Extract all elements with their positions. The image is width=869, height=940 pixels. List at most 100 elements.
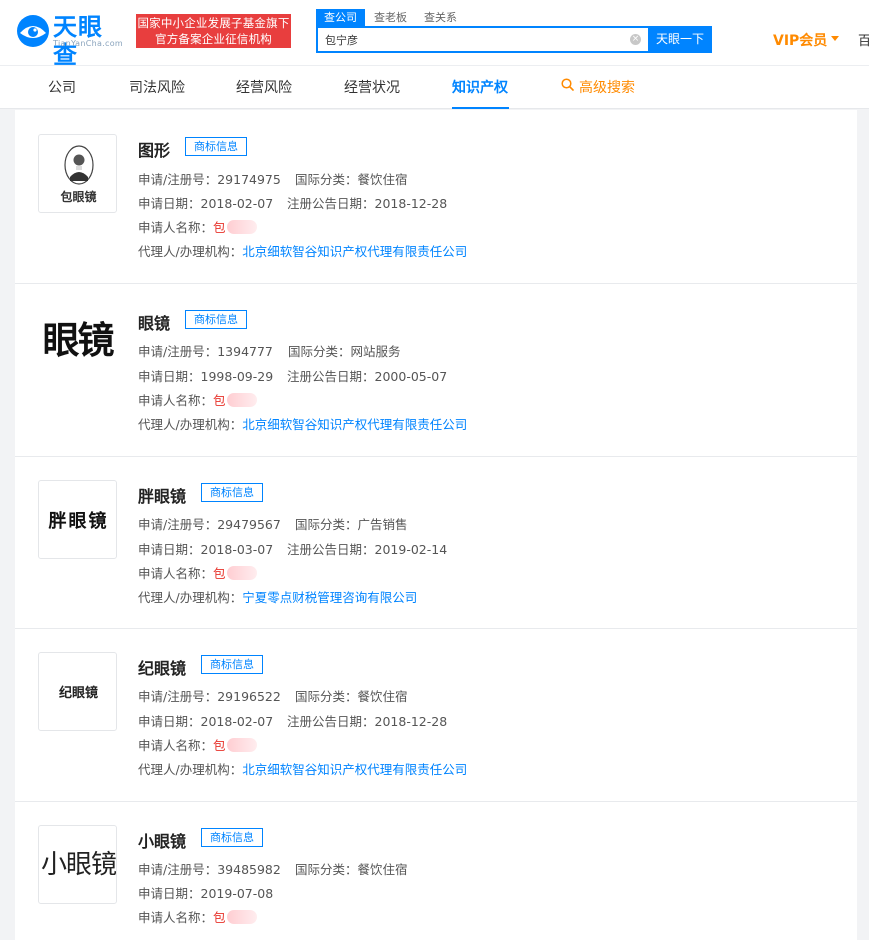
trademark-card: 胖眼镜 胖眼镜 商标信息 申请/注册号：29479567 国际分类：广告销售 申… bbox=[15, 457, 857, 629]
reg-no-row: 申请/注册号：1394777 bbox=[138, 344, 273, 360]
notice-date-label: 注册公告日期： bbox=[287, 714, 375, 729]
trademark-info-tag: 商标信息 bbox=[201, 483, 263, 502]
trademark-name[interactable]: 小眼镜 bbox=[138, 828, 186, 852]
apply-date-row: 申请日期：2018-02-07 bbox=[138, 196, 273, 212]
notice-date-value: 2019-02-14 bbox=[374, 542, 448, 557]
trademark-card: 纪眼镜 纪眼镜 商标信息 申请/注册号：29196522 国际分类：餐饮住宿 申… bbox=[15, 629, 857, 802]
applicant-value[interactable]: 包 bbox=[213, 220, 226, 235]
site-logo[interactable]: 天眼查 TianYanCha.com bbox=[15, 13, 127, 69]
redaction-blur bbox=[226, 566, 257, 580]
agent-link[interactable]: 北京细软智谷知识产权代理有限责任公司 bbox=[242, 417, 467, 432]
reg-no-label: 申请/注册号： bbox=[138, 689, 218, 704]
search-icon[interactable] bbox=[561, 78, 574, 91]
nav-intellectual-property[interactable]: 知识产权 bbox=[452, 78, 508, 98]
badge-line-1: 国家中小企业发展子基金旗下 bbox=[137, 16, 290, 30]
vip-member-menu[interactable]: VIP会员 bbox=[773, 30, 827, 50]
nav-company[interactable]: 公司 bbox=[48, 78, 76, 98]
applicant-label: 申请人名称： bbox=[138, 393, 214, 408]
trademark-image-text: 眼镜 bbox=[42, 318, 115, 362]
apply-date-value: 2018-02-07 bbox=[200, 714, 274, 729]
intl-class-row: 国际分类：餐饮住宿 bbox=[295, 689, 408, 705]
trademark-image[interactable]: 胖眼镜 bbox=[38, 480, 117, 559]
intl-class-row: 国际分类：餐饮住宿 bbox=[295, 862, 408, 878]
badge-line-2: 官方备案企业征信机构 bbox=[155, 32, 272, 46]
intl-class-value: 餐饮住宿 bbox=[357, 689, 408, 704]
redaction-blur bbox=[226, 910, 257, 924]
trademark-info-tag: 商标信息 bbox=[201, 828, 263, 847]
agent-label: 代理人/办理机构： bbox=[138, 244, 243, 259]
apply-date-value: 2019-07-08 bbox=[200, 886, 274, 901]
apply-date-row: 申请日期：1998-09-29 bbox=[138, 369, 273, 385]
trademark-name[interactable]: 图形 bbox=[138, 137, 170, 161]
notice-date-row: 注册公告日期：2019-02-14 bbox=[287, 542, 447, 558]
apply-date-label: 申请日期： bbox=[138, 886, 201, 901]
agent-link[interactable]: 北京细软智谷知识产权代理有限责任公司 bbox=[242, 762, 467, 777]
search-box: × 天眼一下 bbox=[316, 26, 712, 53]
trademark-image[interactable]: 小眼镜 bbox=[38, 825, 117, 904]
notice-date-label: 注册公告日期： bbox=[287, 196, 375, 211]
notice-date-value: 2018-12-28 bbox=[374, 196, 448, 211]
intl-class-label: 国际分类： bbox=[288, 344, 351, 359]
intl-class-row: 国际分类：广告销售 bbox=[295, 517, 408, 533]
nav-operation-status[interactable]: 经营状况 bbox=[344, 78, 400, 98]
caret-down-icon[interactable] bbox=[831, 36, 839, 41]
apply-date-value: 1998-09-29 bbox=[200, 369, 274, 384]
trademark-list: 包眼镜 图形 商标信息 申请/注册号：29174975 国际分类：餐饮住宿 申请… bbox=[15, 110, 857, 940]
apply-date-value: 2018-02-07 bbox=[200, 196, 274, 211]
trademark-info-tag: 商标信息 bbox=[201, 655, 263, 674]
reg-no-label: 申请/注册号： bbox=[138, 344, 218, 359]
trademark-name[interactable]: 胖眼镜 bbox=[138, 483, 186, 507]
agent-row: 代理人/办理机构：宁夏零点财税管理咨询有限公司 bbox=[138, 590, 417, 606]
agent-row: 代理人/办理机构：北京细软智谷知识产权代理有限责任公司 bbox=[138, 244, 467, 260]
reg-no-value: 29196522 bbox=[217, 689, 281, 704]
trademark-image[interactable]: 眼镜 bbox=[38, 306, 117, 385]
applicant-row: 申请人名称：包 bbox=[138, 393, 257, 409]
applicant-value[interactable]: 包 bbox=[213, 566, 226, 581]
applicant-value[interactable]: 包 bbox=[213, 393, 226, 408]
reg-no-label: 申请/注册号： bbox=[138, 862, 218, 877]
trademark-card: 小眼镜 小眼镜 商标信息 申请/注册号：39485982 国际分类：餐饮住宿 申… bbox=[15, 802, 857, 940]
reg-no-row: 申请/注册号：39485982 bbox=[138, 862, 281, 878]
trademark-image-text: 胖眼镜 bbox=[48, 511, 109, 532]
reg-no-value: 39485982 bbox=[217, 862, 281, 877]
agent-label: 代理人/办理机构： bbox=[138, 762, 243, 777]
agent-link[interactable]: 北京细软智谷知识产权代理有限责任公司 bbox=[242, 244, 467, 259]
main-nav: 公司 司法风险 经营风险 经营状况 知识产权 高级搜索 bbox=[0, 65, 869, 109]
notice-date-row: 注册公告日期：2018-12-28 bbox=[287, 196, 447, 212]
agent-row: 代理人/办理机构：北京细软智谷知识产权代理有限责任公司 bbox=[138, 417, 467, 433]
trademark-name[interactable]: 纪眼镜 bbox=[138, 655, 186, 679]
intl-class-row: 国际分类：餐饮住宿 bbox=[295, 172, 408, 188]
tab-search-relation[interactable]: 查关系 bbox=[424, 9, 457, 27]
reg-no-value: 29174975 bbox=[217, 172, 281, 187]
intl-class-value: 餐饮住宿 bbox=[357, 862, 408, 877]
apply-date-label: 申请日期： bbox=[138, 196, 201, 211]
intl-class-label: 国际分类： bbox=[295, 517, 358, 532]
intl-class-label: 国际分类： bbox=[295, 172, 358, 187]
applicant-value[interactable]: 包 bbox=[213, 738, 226, 753]
applicant-value[interactable]: 包 bbox=[213, 910, 226, 925]
reg-no-value: 29479567 bbox=[217, 517, 281, 532]
redaction-blur bbox=[226, 220, 257, 234]
nav-operation-risk[interactable]: 经营风险 bbox=[236, 78, 292, 98]
trademark-image[interactable]: 纪眼镜 bbox=[38, 652, 117, 731]
search-input[interactable] bbox=[318, 28, 648, 51]
tab-search-boss[interactable]: 查老板 bbox=[374, 9, 407, 27]
notice-date-label: 注册公告日期： bbox=[287, 369, 375, 384]
nav-judicial-risk[interactable]: 司法风险 bbox=[129, 78, 185, 98]
tab-search-company[interactable]: 查公司 bbox=[316, 9, 365, 27]
advanced-search-link[interactable]: 高级搜索 bbox=[579, 78, 635, 98]
notice-date-value: 2000-05-07 bbox=[374, 369, 448, 384]
notice-date-value: 2018-12-28 bbox=[374, 714, 448, 729]
reg-no-value: 1394777 bbox=[217, 344, 273, 359]
notice-date-row: 注册公告日期：2018-12-28 bbox=[287, 714, 447, 730]
intl-class-label: 国际分类： bbox=[295, 862, 358, 877]
applicant-row: 申请人名称：包 bbox=[138, 220, 257, 236]
agent-link[interactable]: 宁夏零点财税管理咨询有限公司 bbox=[242, 590, 417, 605]
reg-no-label: 申请/注册号： bbox=[138, 517, 218, 532]
trademark-name[interactable]: 眼镜 bbox=[138, 310, 170, 334]
clear-icon[interactable]: × bbox=[630, 34, 641, 45]
applicant-label: 申请人名称： bbox=[138, 738, 214, 753]
trademark-image[interactable]: 包眼镜 bbox=[38, 134, 117, 213]
applicant-row: 申请人名称：包 bbox=[138, 910, 257, 926]
search-button[interactable]: 天眼一下 bbox=[648, 26, 712, 53]
